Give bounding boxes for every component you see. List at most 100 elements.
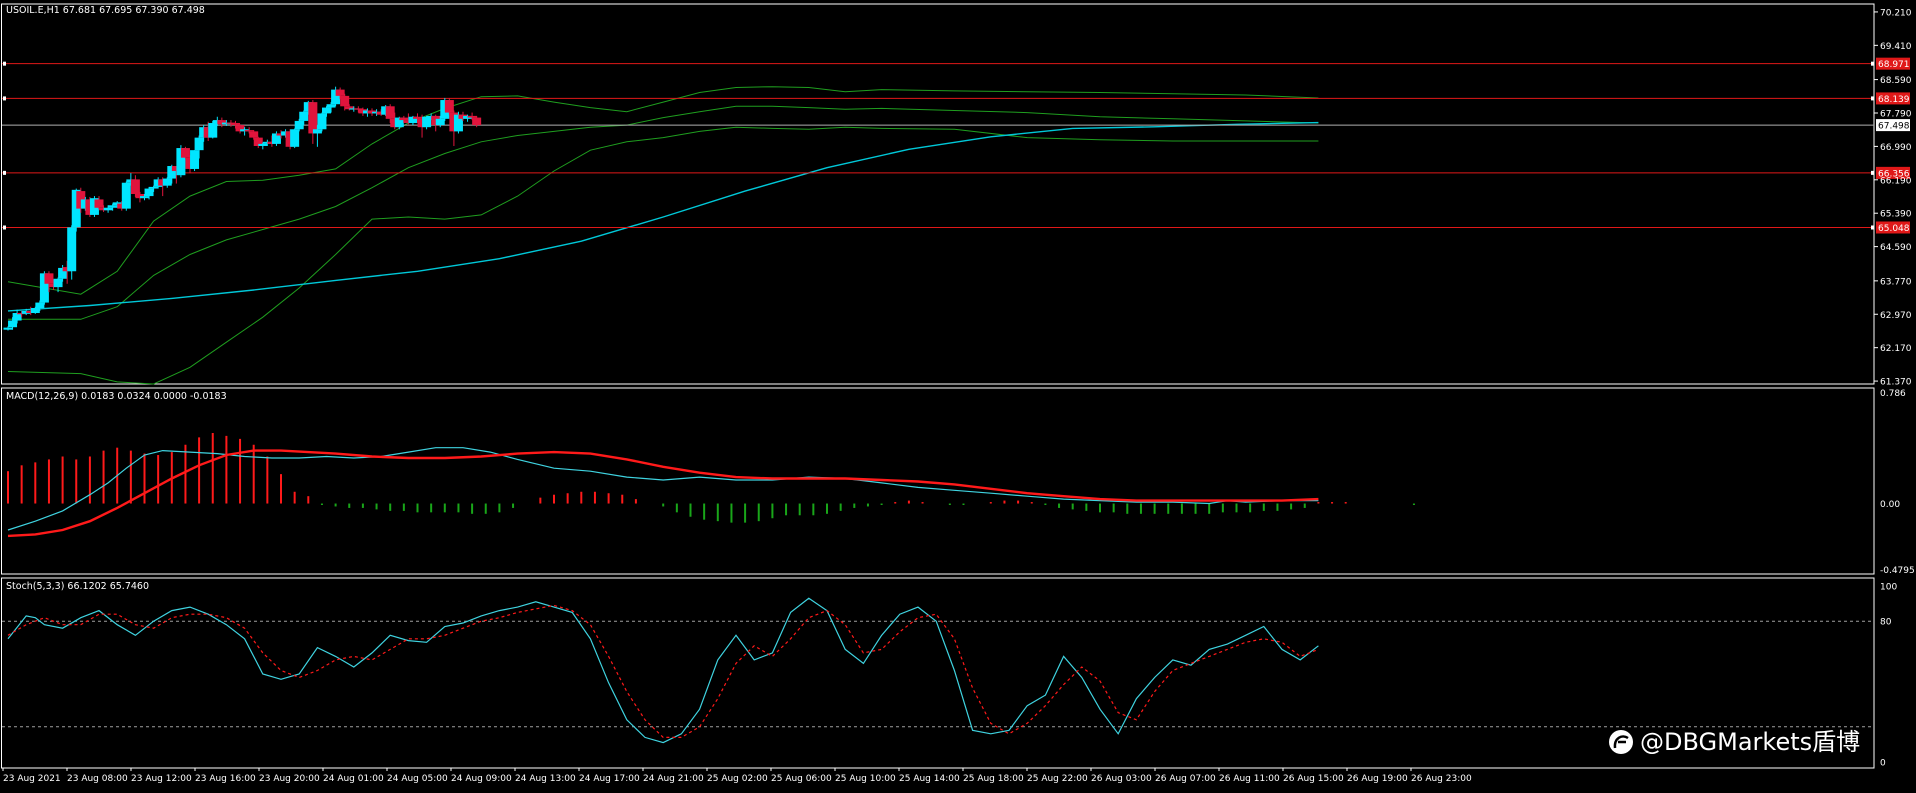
candle-body [103, 207, 113, 211]
macd-signal-line [7, 449, 1319, 538]
candle[interactable] [444, 97, 454, 115]
candle-body [299, 111, 309, 121]
macd-panel-title: MACD(12,26,9) 0.0183 0.0324 0.0000 -0.01… [6, 391, 227, 402]
macd-axis-label: -0.4795 [1880, 566, 1915, 576]
price-axis-label: 64.590 [1880, 243, 1912, 253]
level-price-label: 68.971 [1878, 60, 1910, 70]
watermark: @DBGMarkets盾博 [1609, 728, 1860, 756]
candle[interactable] [180, 146, 190, 159]
candle[interactable] [422, 115, 432, 130]
price-axis-label: 68.590 [1880, 76, 1912, 86]
time-axis-label: 23 Aug 12:00 [131, 774, 192, 784]
stochastic-axis-label: 0 [1880, 759, 1886, 769]
time-axis-label: 24 Aug 21:00 [643, 774, 704, 784]
level-handle-left[interactable] [3, 61, 6, 66]
candle-body [308, 102, 318, 134]
bollinger-lower-line [7, 126, 1319, 385]
candle-body [294, 120, 304, 130]
candle[interactable] [235, 124, 245, 134]
candle-body [444, 100, 454, 113]
time-axis-label: 24 Aug 09:00 [451, 774, 512, 784]
level-handle-right[interactable] [1871, 170, 1874, 175]
candle-body [385, 106, 395, 119]
candle[interactable] [67, 225, 77, 280]
stochastic-panel-title: Stoch(5,3,3) 66.1202 65.7460 [6, 581, 149, 592]
candle-body [231, 123, 240, 126]
candle-body [162, 178, 172, 186]
price-axis-label: 70.210 [1880, 8, 1912, 18]
candle-body [258, 143, 268, 146]
level-handle-left[interactable] [3, 225, 6, 230]
time-axis-label: 23 Aug 20:00 [259, 774, 320, 784]
candle-body [140, 196, 149, 199]
candle-body [121, 182, 131, 209]
candle[interactable] [121, 181, 131, 211]
candle-body [244, 130, 254, 132]
candle-body [340, 95, 350, 107]
price-panel-title: USOIL.E,H1 67.681 67.695 67.390 67.498 [6, 5, 205, 16]
candle-body [208, 123, 218, 138]
candle[interactable] [190, 150, 200, 172]
level-handle-left[interactable] [3, 96, 6, 101]
candle-body [312, 129, 322, 134]
stochastic-signal-line [7, 604, 1319, 738]
price-axis-label: 66.190 [1880, 176, 1912, 186]
candle[interactable] [162, 177, 172, 188]
candle-body [144, 188, 154, 197]
price-axis-label: 65.390 [1880, 210, 1912, 220]
trading-chart[interactable]: 68.971 68.139 66.356 65.048 70.210 69.410 68.5… [0, 0, 1916, 789]
time-axis-label: 24 Aug 17:00 [579, 774, 640, 784]
stochastic-panel-frame [1, 577, 1875, 769]
macd-axis-label: 0.00 [1880, 500, 1900, 510]
moving-average-line [7, 121, 1319, 312]
time-axis-label: 25 Aug 14:00 [899, 774, 960, 784]
candle-body [190, 150, 200, 169]
candle[interactable] [253, 136, 263, 149]
time-axis-label: 25 Aug 18:00 [963, 774, 1024, 784]
candle-body [44, 273, 54, 284]
candle-body [8, 320, 18, 328]
stochastic-main-line [7, 597, 1319, 744]
macd-panel-frame [1, 387, 1875, 575]
candle-body [322, 107, 331, 114]
candle[interactable] [208, 120, 218, 139]
candle-body [149, 186, 159, 189]
candle-body [108, 205, 118, 208]
price-axis-label: 62.970 [1880, 311, 1912, 321]
candle-body [30, 308, 40, 314]
candle-body [53, 278, 63, 288]
candle-body [67, 227, 77, 272]
price-axis-label: 69.410 [1880, 42, 1912, 52]
price-axis-label: 61.370 [1880, 378, 1912, 388]
candle[interactable] [317, 112, 327, 132]
candle-body [317, 113, 327, 130]
candle-body [290, 129, 300, 147]
candle-body [335, 89, 345, 96]
candle-body [94, 199, 104, 208]
candle-body [249, 131, 259, 138]
candle[interactable] [94, 196, 104, 210]
time-axis-label: 26 Aug 07:00 [1155, 774, 1216, 784]
candle-body [472, 117, 482, 126]
candle-body [35, 302, 45, 308]
price-axis-label: 63.770 [1880, 277, 1912, 287]
level-handle-right[interactable] [1871, 96, 1874, 101]
watermark-text: @DBGMarkets盾博 [1640, 728, 1860, 756]
price-panel-frame [1, 3, 1875, 385]
candle[interactable] [130, 175, 140, 197]
candle[interactable] [290, 128, 300, 149]
stochastic-axis-label: 80 [1880, 618, 1892, 628]
level-handle-right[interactable] [1871, 61, 1874, 66]
candle[interactable] [217, 117, 227, 128]
time-axis-label: 26 Aug 15:00 [1283, 774, 1344, 784]
candle[interactable] [308, 100, 318, 144]
price-axis-label: 66.990 [1880, 143, 1912, 153]
level-handle-left[interactable] [3, 170, 6, 175]
candle-body [422, 116, 432, 128]
time-axis-label: 24 Aug 05:00 [387, 774, 448, 784]
level-price-label: 68.139 [1878, 95, 1910, 105]
time-axis-label: 24 Aug 01:00 [323, 774, 384, 784]
level-price-label: 65.048 [1878, 224, 1910, 234]
chart-canvas[interactable]: 68.97168.13966.35665.04870.21069.41068.5… [0, 0, 1916, 789]
level-handle-right[interactable] [1871, 225, 1874, 230]
